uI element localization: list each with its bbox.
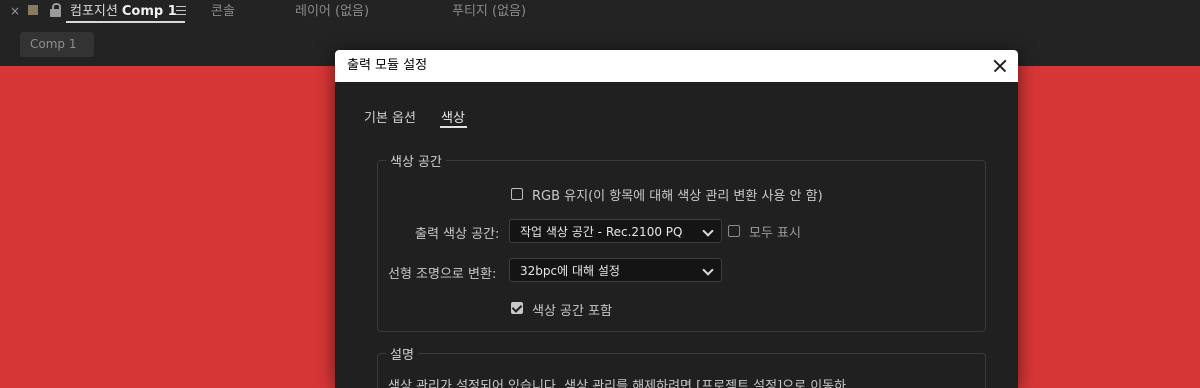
dialog-title: 출력 모듈 설정 — [347, 58, 428, 73]
preserve-rgb-label: RGB 유지(이 항목에 대해 색상 관리 변환 사용 안 함) — [532, 189, 823, 204]
tab-footage[interactable]: 푸티지 (없음) — [452, 0, 526, 24]
tab-composition-prefix: 컴포지션 — [70, 4, 118, 19]
panel-tab-bar: × 컴포지션 Comp 1 콘솔 레이어 (없음) 푸티지 (없음) — [0, 0, 1200, 24]
show-all-checkbox[interactable] — [728, 225, 740, 237]
active-tab-underline — [66, 21, 185, 23]
active-dialog-tab-underline — [440, 126, 467, 128]
close-panel-icon[interactable]: × — [10, 4, 20, 18]
linearize-label: 선형 조명으로 변환: — [388, 267, 497, 282]
linearize-dropdown[interactable]: 32bpc에 대해 설정 — [509, 258, 722, 282]
label-color-swatch[interactable] — [28, 5, 38, 15]
tab-console[interactable]: 콘솔 — [211, 0, 235, 24]
show-all-label: 모두 표시 — [749, 226, 801, 241]
panel-menu-icon[interactable] — [176, 6, 186, 15]
tab-color[interactable]: 색상 — [441, 107, 465, 126]
linearize-value: 32bpc에 대해 설정 — [520, 264, 620, 278]
tab-composition-name: Comp 1 — [121, 4, 177, 19]
output-color-space-value: 작업 색상 공간 - Rec.2100 PQ — [520, 225, 683, 239]
embed-color-space-checkbox[interactable] — [511, 302, 523, 314]
color-space-legend: 색상 공간 — [390, 155, 442, 170]
dialog-titlebar: 출력 모듈 설정 — [335, 50, 1018, 82]
tab-layer[interactable]: 레이어 (없음) — [295, 0, 369, 24]
chevron-down-icon — [702, 264, 714, 276]
composition-breadcrumb[interactable]: Comp 1 — [20, 32, 94, 57]
output-color-space-label: 출력 색상 공간: — [415, 227, 500, 242]
description-legend: 설명 — [390, 348, 414, 363]
embed-color-space-label: 색상 공간 포함 — [532, 304, 613, 319]
chevron-down-icon — [702, 225, 714, 237]
preserve-rgb-checkbox[interactable] — [511, 188, 523, 200]
close-icon[interactable] — [988, 54, 1012, 78]
tab-basic-options[interactable]: 기본 옵션 — [364, 107, 416, 126]
description-text: 색상 관리가 설정되어 있습니다. 색상 관리를 해제하려면 [프로젝트 설정]… — [388, 379, 847, 388]
output-module-settings-dialog: 출력 모듈 설정 기본 옵션 색상 색상 공간 RGB 유지(이 항목에 대해 … — [335, 50, 1018, 388]
lock-icon[interactable] — [50, 3, 61, 17]
output-color-space-dropdown[interactable]: 작업 색상 공간 - Rec.2100 PQ — [509, 219, 722, 243]
